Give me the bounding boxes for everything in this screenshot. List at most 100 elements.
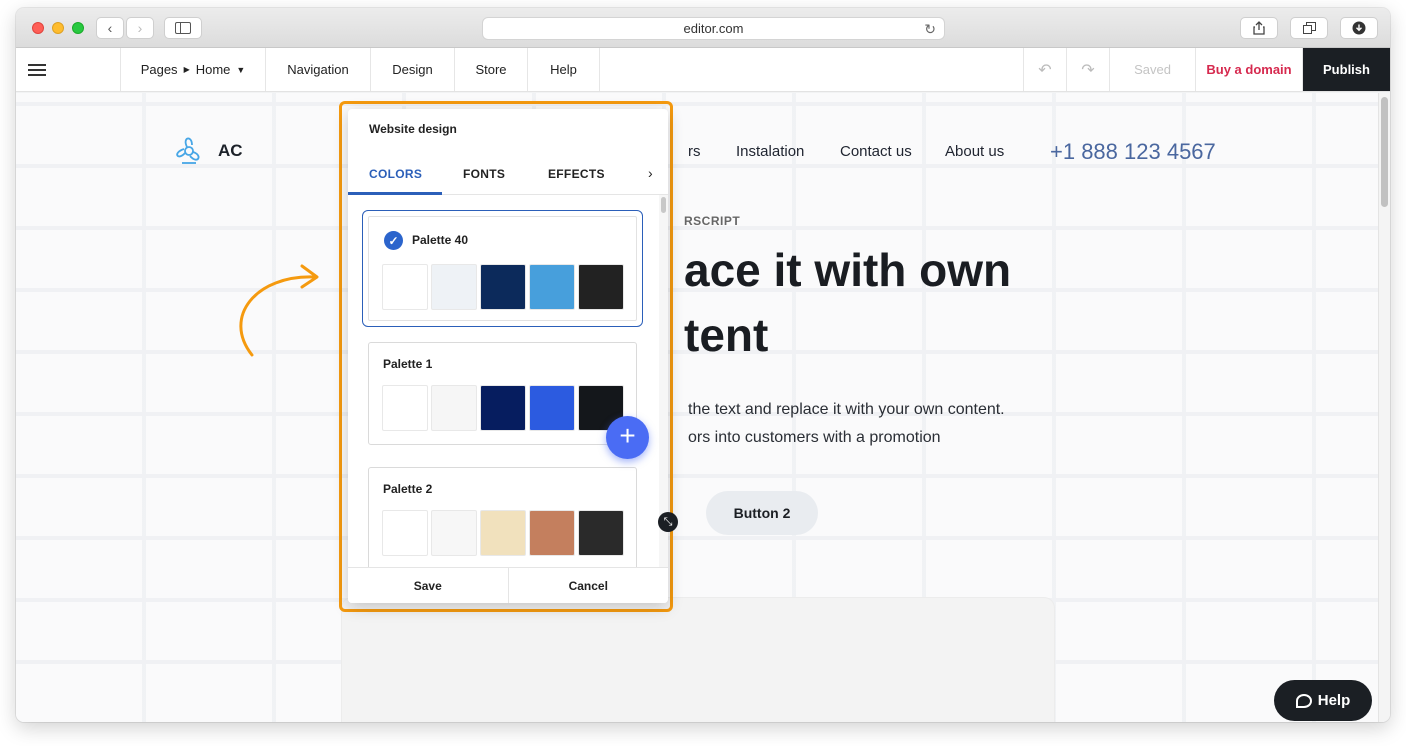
color-swatch bbox=[578, 510, 624, 556]
tab-colors[interactable]: COLORS bbox=[369, 167, 422, 181]
palette-card-inner: ✓ Palette 40 bbox=[368, 216, 637, 321]
toolbar-spacer bbox=[600, 48, 1024, 91]
color-swatch bbox=[382, 510, 428, 556]
color-swatch bbox=[431, 385, 477, 431]
tab-effects[interactable]: EFFECTS bbox=[548, 167, 605, 181]
close-window-button[interactable] bbox=[32, 22, 44, 34]
cancel-button[interactable]: Cancel bbox=[507, 568, 669, 603]
help-menu[interactable]: Help bbox=[528, 48, 600, 91]
color-swatch bbox=[382, 264, 428, 310]
fan-logo-icon bbox=[176, 137, 200, 164]
tab-fonts[interactable]: FONTS bbox=[463, 167, 505, 181]
maximize-window-button[interactable] bbox=[72, 22, 84, 34]
checkmark-icon: ✓ bbox=[384, 231, 403, 250]
caret-right-icon: ▶ bbox=[183, 65, 190, 74]
tabs-next-icon[interactable]: › bbox=[648, 165, 653, 181]
active-tab-indicator bbox=[348, 192, 442, 195]
buy-domain-button[interactable]: Buy a domain bbox=[1196, 48, 1303, 91]
browser-window: ‹ › editor.com ↻ Pages ▶ Home ▼ Navigati… bbox=[16, 8, 1390, 722]
save-button[interactable]: Save bbox=[348, 568, 508, 603]
site-nav-item[interactable]: rs bbox=[688, 143, 701, 160]
pages-label: Pages bbox=[140, 62, 178, 77]
share-icon bbox=[1253, 21, 1265, 35]
publish-button[interactable]: Publish bbox=[1303, 48, 1390, 91]
navigation-menu[interactable]: Navigation bbox=[266, 48, 371, 91]
url-text: editor.com bbox=[683, 21, 744, 36]
logo-text: AC bbox=[218, 141, 243, 160]
pointer-arrow-icon bbox=[239, 264, 319, 357]
pages-dropdown[interactable]: Pages ▶ Home ▼ bbox=[121, 48, 266, 91]
chat-bubble-icon bbox=[1295, 693, 1312, 708]
undo-button[interactable]: ↶ bbox=[1024, 48, 1067, 91]
site-nav-instalation[interactable]: Instalation bbox=[736, 143, 804, 160]
color-swatch bbox=[480, 510, 526, 556]
redo-button[interactable]: ↷ bbox=[1067, 48, 1110, 91]
color-swatch bbox=[529, 385, 575, 431]
color-swatch bbox=[480, 385, 526, 431]
website-design-panel: Website design COLORS FONTS EFFECTS › ✓ … bbox=[348, 109, 668, 603]
share-button[interactable] bbox=[1240, 17, 1278, 39]
tabs-icon bbox=[1302, 22, 1316, 34]
redo-icon: ↷ bbox=[1081, 61, 1095, 79]
palette-card-1[interactable]: Palette 1 bbox=[368, 342, 637, 445]
palette-name: Palette 40 bbox=[412, 233, 469, 247]
color-swatch bbox=[431, 510, 477, 556]
undo-icon: ↶ bbox=[1038, 61, 1052, 79]
plus-icon: + bbox=[619, 420, 636, 451]
color-swatch bbox=[382, 385, 428, 431]
palette-swatches bbox=[382, 385, 624, 431]
chevron-right-icon: › bbox=[137, 20, 143, 36]
hero-superscript: RSCRIPT bbox=[684, 214, 741, 228]
color-swatch bbox=[480, 264, 526, 310]
floating-help-button[interactable]: Help bbox=[1274, 680, 1372, 721]
sidebar-toggle-button[interactable] bbox=[164, 17, 202, 39]
forward-button[interactable]: › bbox=[126, 17, 154, 39]
palette-card-40[interactable]: ✓ Palette 40 bbox=[362, 210, 643, 327]
palette-card-2[interactable]: Palette 2 bbox=[368, 467, 637, 577]
palette-name: Palette 1 bbox=[383, 357, 433, 371]
browser-titlebar: ‹ › editor.com ↻ bbox=[16, 8, 1390, 48]
site-nav-contact[interactable]: Contact us bbox=[840, 143, 912, 160]
back-button[interactable]: ‹ bbox=[96, 17, 124, 39]
site-phone-number[interactable]: +1 888 123 4567 bbox=[1050, 139, 1216, 165]
design-tabs: COLORS FONTS EFFECTS › bbox=[348, 153, 668, 195]
site-nav-about[interactable]: About us bbox=[945, 143, 1004, 160]
hero-heading-line2: tent bbox=[684, 309, 769, 361]
panel-title: Website design bbox=[369, 122, 457, 136]
home-label: Home bbox=[195, 62, 231, 77]
page-scrollbar[interactable] bbox=[1378, 93, 1390, 722]
hero-paragraph-line2: ors into customers with a promotion bbox=[688, 429, 941, 446]
hero-paragraph-line1: the text and replace it with your own co… bbox=[688, 401, 1005, 418]
hero-paragraph: the text and replace it with your own co… bbox=[688, 396, 1005, 452]
caret-down-icon: ▼ bbox=[236, 64, 246, 75]
color-swatch bbox=[578, 264, 624, 310]
hero-button-2[interactable]: Button 2 bbox=[706, 491, 818, 535]
page-scrollbar-thumb[interactable] bbox=[1381, 97, 1388, 207]
add-palette-button[interactable]: + bbox=[606, 416, 649, 459]
color-swatch bbox=[529, 510, 575, 556]
image-placeholder-card bbox=[342, 598, 1054, 722]
store-menu[interactable]: Store bbox=[455, 48, 528, 91]
main-menu-button[interactable] bbox=[16, 48, 121, 91]
editor-toolbar: Pages ▶ Home ▼ Navigation Design Store H… bbox=[16, 48, 1390, 92]
chevron-left-icon: ‹ bbox=[107, 20, 113, 36]
minimize-window-button[interactable] bbox=[52, 22, 64, 34]
color-swatch bbox=[529, 264, 575, 310]
sidebar-icon bbox=[175, 22, 191, 34]
address-bar[interactable]: editor.com ↻ bbox=[482, 17, 945, 40]
palette-name: Palette 2 bbox=[383, 482, 433, 496]
reload-icon[interactable]: ↻ bbox=[924, 21, 936, 38]
palette-swatches bbox=[382, 510, 624, 556]
palette-swatches bbox=[382, 264, 624, 310]
design-menu[interactable]: Design bbox=[371, 48, 455, 91]
help-button-label: Help bbox=[1317, 692, 1351, 709]
resize-handle-icon[interactable]: ⤡ bbox=[658, 512, 678, 532]
tabs-overview-button[interactable] bbox=[1290, 17, 1328, 39]
download-icon bbox=[1352, 21, 1366, 35]
panel-scrollbar-thumb[interactable] bbox=[661, 197, 666, 213]
hero-heading-line1: ace it with own bbox=[684, 244, 1012, 296]
saved-status: Saved bbox=[1110, 48, 1196, 91]
website-canvas: AC rs Instalation Contact us About us +1… bbox=[16, 93, 1390, 722]
downloads-button[interactable] bbox=[1340, 17, 1378, 39]
site-logo[interactable]: AC bbox=[170, 133, 243, 169]
